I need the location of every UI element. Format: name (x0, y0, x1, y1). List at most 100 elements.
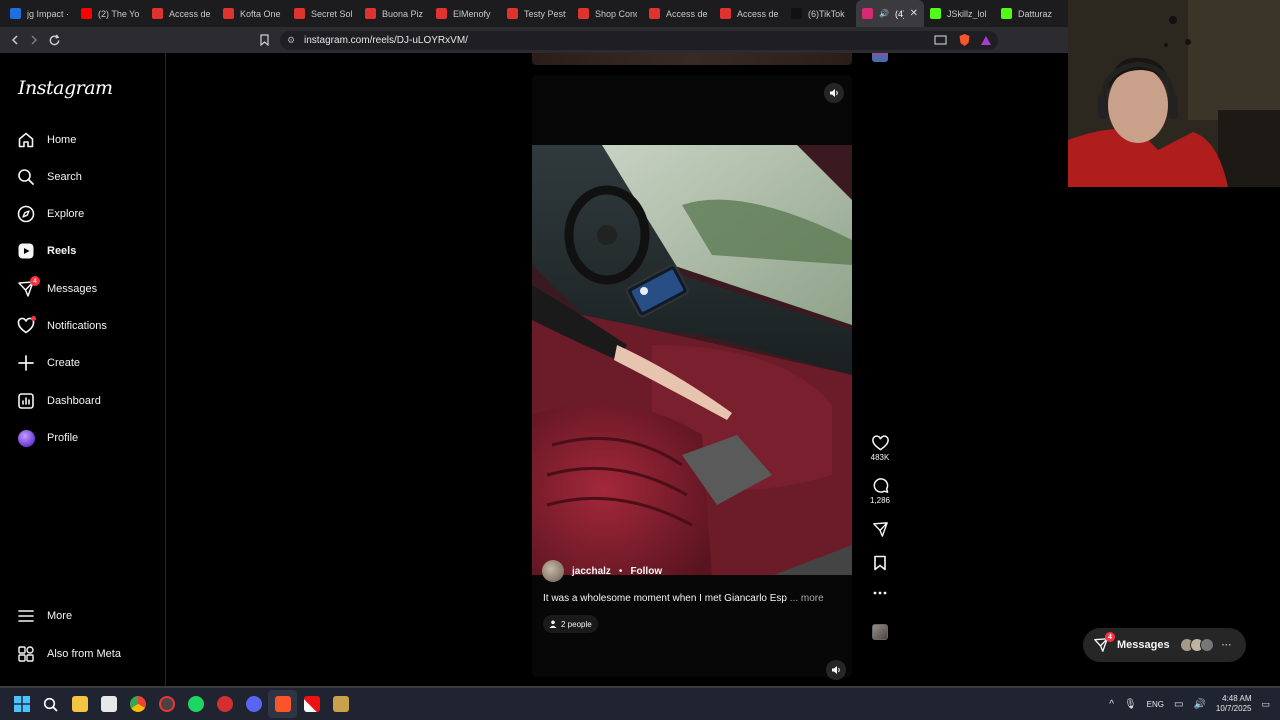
browser-tab[interactable]: jg Impact · (4, 0, 75, 27)
browser-tab[interactable]: Buona Piz (359, 0, 430, 27)
x-app-icon (303, 696, 320, 712)
start-button[interactable] (7, 690, 36, 718)
discord-button[interactable] (239, 690, 268, 718)
browser-tab[interactable]: Datturaz (995, 0, 1066, 27)
brave-taskbar-button[interactable] (268, 690, 297, 718)
sidebar-item-dashboard[interactable]: Dashboard (16, 386, 161, 416)
audio-thumbnail[interactable] (872, 624, 888, 640)
browser-tab[interactable]: Secret Sol (288, 0, 359, 27)
sidebar-item-create[interactable]: Create (16, 348, 161, 378)
sidebar-item-reels[interactable]: Reels (16, 236, 161, 266)
browser-tab[interactable]: Access de (146, 0, 217, 27)
browser-tab[interactable]: ElMenofy (430, 0, 501, 27)
sidebar: Instagram Home Search Explore Reels 4 Me… (0, 53, 166, 686)
browser-tab[interactable]: 🔊 (4) ✕ (856, 0, 924, 27)
address-bar[interactable]: ⚙ instagram.com/reels/DJ-uLOYRxVM/ (280, 31, 998, 50)
ellipsis-icon: ··· (1221, 639, 1232, 651)
previous-audio-thumbnail[interactable] (872, 53, 888, 62)
chrome-button[interactable] (123, 690, 152, 718)
follow-button[interactable]: Follow (630, 566, 662, 577)
sidebar-item-messages[interactable]: 4 Messages (16, 274, 161, 304)
avatar (1199, 638, 1214, 652)
tab-title: Access de (169, 8, 211, 19)
sidebar-item-label: Search (47, 171, 82, 183)
spotify-button[interactable] (181, 690, 210, 718)
sidebar-item-notifications[interactable]: Notifications (16, 311, 161, 341)
separator-dot: • (618, 565, 623, 577)
more-options-button[interactable] (866, 591, 894, 595)
tab-title: (6)TikTok (808, 8, 845, 19)
tab-title: Access de (737, 8, 779, 19)
sidebar-item-search[interactable]: Search (16, 162, 161, 192)
sidebar-item-explore[interactable]: Explore (16, 199, 161, 229)
comment-button[interactable]: 1,286 (866, 477, 894, 505)
video-frame-car-interior (532, 145, 852, 575)
messages-pill-label: Messages (1117, 639, 1170, 651)
volume-icon[interactable]: 🔊 (1193, 699, 1205, 710)
author-avatar[interactable] (542, 560, 564, 582)
messages-pill[interactable]: 4 Messages ··· (1083, 628, 1246, 662)
sidebar-item-home[interactable]: Home (16, 125, 161, 155)
previous-reel-edge[interactable] (532, 53, 852, 65)
microphone-icon[interactable]: 🎙 (1124, 699, 1137, 710)
reel-video[interactable] (532, 145, 852, 575)
reel-player[interactable]: jacchalz • Follow It was a wholesome mom… (532, 75, 852, 677)
ellipsis-icon (873, 591, 887, 595)
caption-more-link[interactable]: ... more (790, 593, 824, 604)
notification-dot (31, 316, 36, 321)
store-button[interactable] (94, 690, 123, 718)
app-icon (158, 696, 175, 712)
tab-audio-icon[interactable]: 🔊 (879, 9, 889, 18)
next-reel-mute-button[interactable] (826, 660, 846, 680)
app-red-button[interactable] (210, 690, 239, 718)
instagram-logo[interactable]: Instagram (18, 77, 113, 99)
tab-title: JSkillz_lol (947, 8, 987, 19)
reload-icon (49, 34, 59, 45)
like-button[interactable]: 483K (866, 435, 894, 462)
browser-tab[interactable]: Access de (714, 0, 785, 27)
tagged-people-button[interactable]: 2 people (543, 615, 598, 633)
brave-shields-button[interactable] (954, 30, 974, 50)
tab-favicon-icon (223, 8, 234, 19)
like-count: 483K (870, 453, 890, 462)
language-indicator[interactable]: ENG (1147, 700, 1164, 709)
triangle-rewards-icon (981, 35, 991, 45)
sidebar-item-label: Messages (47, 283, 98, 295)
browser-tab[interactable]: Testy Pesty (501, 0, 572, 27)
browser-tab[interactable]: Access de (643, 0, 714, 27)
reload-button[interactable] (44, 30, 64, 50)
sidebar-item-label: Create (47, 357, 81, 369)
monitor-icon[interactable]: ▭ (1174, 699, 1183, 710)
browser-tab[interactable]: JSkillz_lol (924, 0, 995, 27)
taskbar-search-button[interactable] (36, 690, 65, 718)
bookmark-page-button[interactable] (254, 30, 274, 50)
back-button[interactable] (5, 30, 25, 50)
sidebar-item-more[interactable]: More (16, 601, 161, 631)
sidebar-item-profile[interactable]: Profile (16, 423, 161, 453)
browser-tab[interactable]: Kofta One (217, 0, 288, 27)
notification-center-icon[interactable]: ▭ (1261, 699, 1270, 710)
brave-rewards-button[interactable] (976, 30, 996, 50)
author-username[interactable]: jacchalz (572, 566, 611, 577)
league-button[interactable] (326, 690, 355, 718)
site-info-icon[interactable]: ⚙ (287, 35, 295, 46)
save-button[interactable] (866, 555, 894, 571)
chevron-up-icon[interactable]: ^ (1109, 699, 1114, 710)
clock[interactable]: 4:48 AM 10/7/2025 (1216, 694, 1252, 714)
messages-pill-badge: 4 (1105, 632, 1115, 642)
app-x-button[interactable] (297, 690, 326, 718)
chevron-left-icon (11, 35, 18, 45)
mute-toggle-button[interactable] (824, 83, 844, 103)
forward-button[interactable] (24, 30, 44, 50)
sidebar-item-also-from-meta[interactable]: Also from Meta (16, 639, 161, 669)
share-button[interactable] (866, 521, 894, 538)
speaker-icon (831, 666, 840, 674)
close-tab-icon[interactable]: ✕ (910, 8, 918, 19)
comment-count: 1,286 (869, 496, 891, 505)
browser-tab[interactable]: Shop Conc (572, 0, 643, 27)
cast-button[interactable] (930, 30, 950, 50)
browser-tab[interactable]: (2) The Yo (75, 0, 146, 27)
app-button[interactable] (152, 690, 181, 718)
browser-tab[interactable]: (6)TikTok (785, 0, 856, 27)
file-explorer-button[interactable] (65, 690, 94, 718)
